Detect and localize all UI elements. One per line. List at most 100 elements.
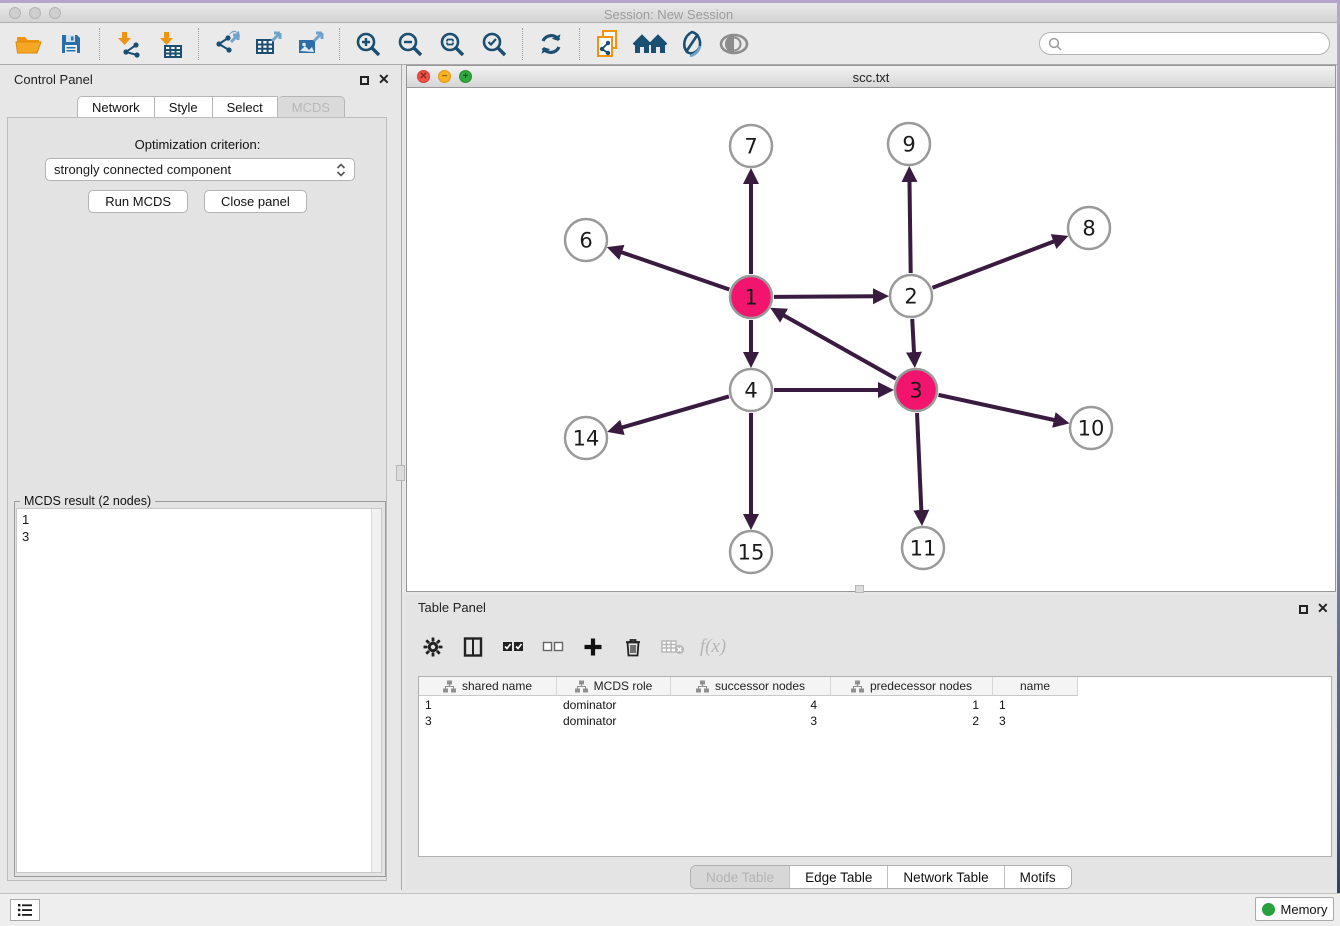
table-panel-close-button[interactable]: ✕ — [1317, 601, 1329, 616]
column-manager-button[interactable] — [458, 632, 488, 662]
control-panel-close-button[interactable]: ✕ — [378, 72, 390, 87]
mcds-result-list[interactable]: 1 3 — [16, 508, 382, 873]
copy-network-document-icon — [594, 29, 622, 59]
tab-network[interactable]: Network — [77, 96, 155, 118]
global-search[interactable] — [1039, 32, 1330, 55]
table-cell[interactable]: dominator — [557, 697, 671, 713]
save-session-button[interactable] — [50, 26, 92, 62]
float-icon — [360, 76, 369, 85]
column-header-predecessor-nodes[interactable]: predecessor nodes — [831, 677, 993, 696]
table-row[interactable]: 1dominator411 — [419, 697, 1078, 713]
import-network-button[interactable] — [107, 26, 149, 62]
deselect-all-button[interactable] — [538, 632, 568, 662]
node-table[interactable]: shared nameMCDS role successor nodes prede… — [418, 676, 1332, 857]
table-row[interactable]: 3dominator323 — [419, 713, 1078, 729]
columns-icon — [463, 637, 483, 657]
control-panel-title: Control Panel — [14, 72, 93, 87]
table-cell[interactable]: 3 — [993, 713, 1078, 729]
network-maximize-button[interactable]: + — [459, 70, 472, 83]
toolbar-separator — [99, 28, 100, 60]
tab-select[interactable]: Select — [213, 96, 278, 118]
mcds-result-title: MCDS result (2 nodes) — [20, 494, 155, 508]
tab-node-table[interactable]: Node Table — [691, 866, 790, 888]
graph-edge-2-3[interactable] — [912, 319, 914, 354]
graph-edge-3-1[interactable] — [782, 315, 896, 379]
graph-edge-2-9[interactable] — [909, 180, 910, 273]
tab-style[interactable]: Style — [155, 96, 213, 118]
criterion-select[interactable]: strongly connected component — [45, 158, 355, 181]
close-icon: ✕ — [1317, 600, 1329, 616]
graph-edge-4-14[interactable] — [621, 396, 729, 428]
zoom-fit-button[interactable] — [431, 26, 473, 62]
column-header-name[interactable]: name — [993, 677, 1078, 696]
close-panel-button[interactable]: Close panel — [204, 190, 307, 213]
column-header-label: name — [1020, 679, 1050, 693]
table-cell[interactable]: 4 — [671, 697, 831, 713]
tab-edge-table[interactable]: Edge Table — [790, 866, 888, 888]
table-cell[interactable]: 2 — [831, 713, 993, 729]
zoom-in-button[interactable] — [347, 26, 389, 62]
toolbar-separator — [198, 28, 199, 60]
tab-motifs[interactable]: Motifs — [1005, 866, 1071, 888]
zoom-selected-button[interactable] — [473, 26, 515, 62]
delete-column-button[interactable] — [618, 632, 648, 662]
table-cell[interactable]: 1 — [419, 697, 557, 713]
network-canvas[interactable]: 7968124314101511 — [407, 88, 1335, 591]
zoom-selected-icon — [480, 30, 508, 58]
column-header-shared-name[interactable]: shared name — [419, 677, 557, 696]
horizontal-splitter-handle[interactable] — [855, 585, 864, 593]
search-input[interactable] — [1067, 37, 1321, 51]
network-graph[interactable]: 7968124314101511 — [407, 88, 1335, 591]
network-close-button[interactable]: ✕ — [417, 70, 430, 83]
eye-icon — [718, 32, 750, 56]
graph-edge-2-8[interactable] — [932, 241, 1055, 288]
plus-icon — [583, 637, 603, 657]
tab-mcds[interactable]: MCDS — [278, 96, 345, 118]
import-table-icon — [156, 30, 184, 58]
column-header-successor-nodes[interactable]: successor nodes — [671, 677, 831, 696]
column-header-label: predecessor nodes — [870, 679, 972, 693]
table-cell[interactable]: dominator — [557, 713, 671, 729]
graph-edge-3-11[interactable] — [917, 413, 921, 512]
export-network-button[interactable] — [206, 26, 248, 62]
graph-edge-1-2[interactable] — [774, 296, 875, 297]
export-image-button[interactable] — [290, 26, 332, 62]
column-header-MCDS-role[interactable]: MCDS role — [557, 677, 671, 696]
table-cell[interactable]: 3 — [671, 713, 831, 729]
export-table-button[interactable] — [248, 26, 290, 62]
graph-node-label-1: 1 — [744, 286, 757, 310]
graph-node-label-3: 3 — [909, 379, 922, 403]
delete-table-button[interactable] — [658, 632, 688, 662]
import-table-button[interactable] — [149, 26, 191, 62]
style-brush-button[interactable] — [671, 26, 713, 62]
open-session-button[interactable] — [8, 26, 50, 62]
gear-icon — [423, 637, 443, 657]
column-header-label: successor nodes — [715, 679, 805, 693]
vertical-splitter-handle[interactable] — [396, 465, 405, 481]
mcds-result-scrollbar[interactable] — [371, 509, 381, 872]
add-column-button[interactable] — [578, 632, 608, 662]
table-cell[interactable]: 1 — [993, 697, 1078, 713]
select-all-button[interactable] — [498, 632, 528, 662]
memory-button[interactable]: Memory — [1255, 897, 1334, 921]
graph-edge-3-10[interactable] — [938, 395, 1055, 420]
home-views-button[interactable] — [629, 26, 671, 62]
network-minimize-button[interactable]: − — [438, 70, 451, 83]
tab-network-table[interactable]: Network Table — [888, 866, 1004, 888]
function-builder-button[interactable]: f(x) — [698, 632, 728, 662]
show-graphics-details-button[interactable] — [713, 26, 755, 62]
control-panel-float-button[interactable] — [360, 73, 369, 88]
table-panel-float-button[interactable] — [1299, 602, 1308, 617]
table-cell[interactable]: 3 — [419, 713, 557, 729]
task-history-button[interactable] — [10, 899, 40, 921]
refresh-layout-button[interactable] — [530, 26, 572, 62]
run-mcds-button[interactable]: Run MCDS — [88, 190, 188, 213]
table-settings-button[interactable] — [418, 632, 448, 662]
graph-edge-1-6[interactable] — [620, 252, 729, 290]
zoom-out-button[interactable] — [389, 26, 431, 62]
new-network-from-selection-button[interactable] — [587, 26, 629, 62]
app-title: Session: New Session — [0, 7, 1337, 22]
close-icon: ✕ — [378, 71, 390, 87]
graph-node-label-11: 11 — [910, 537, 937, 561]
table-cell[interactable]: 1 — [831, 697, 993, 713]
